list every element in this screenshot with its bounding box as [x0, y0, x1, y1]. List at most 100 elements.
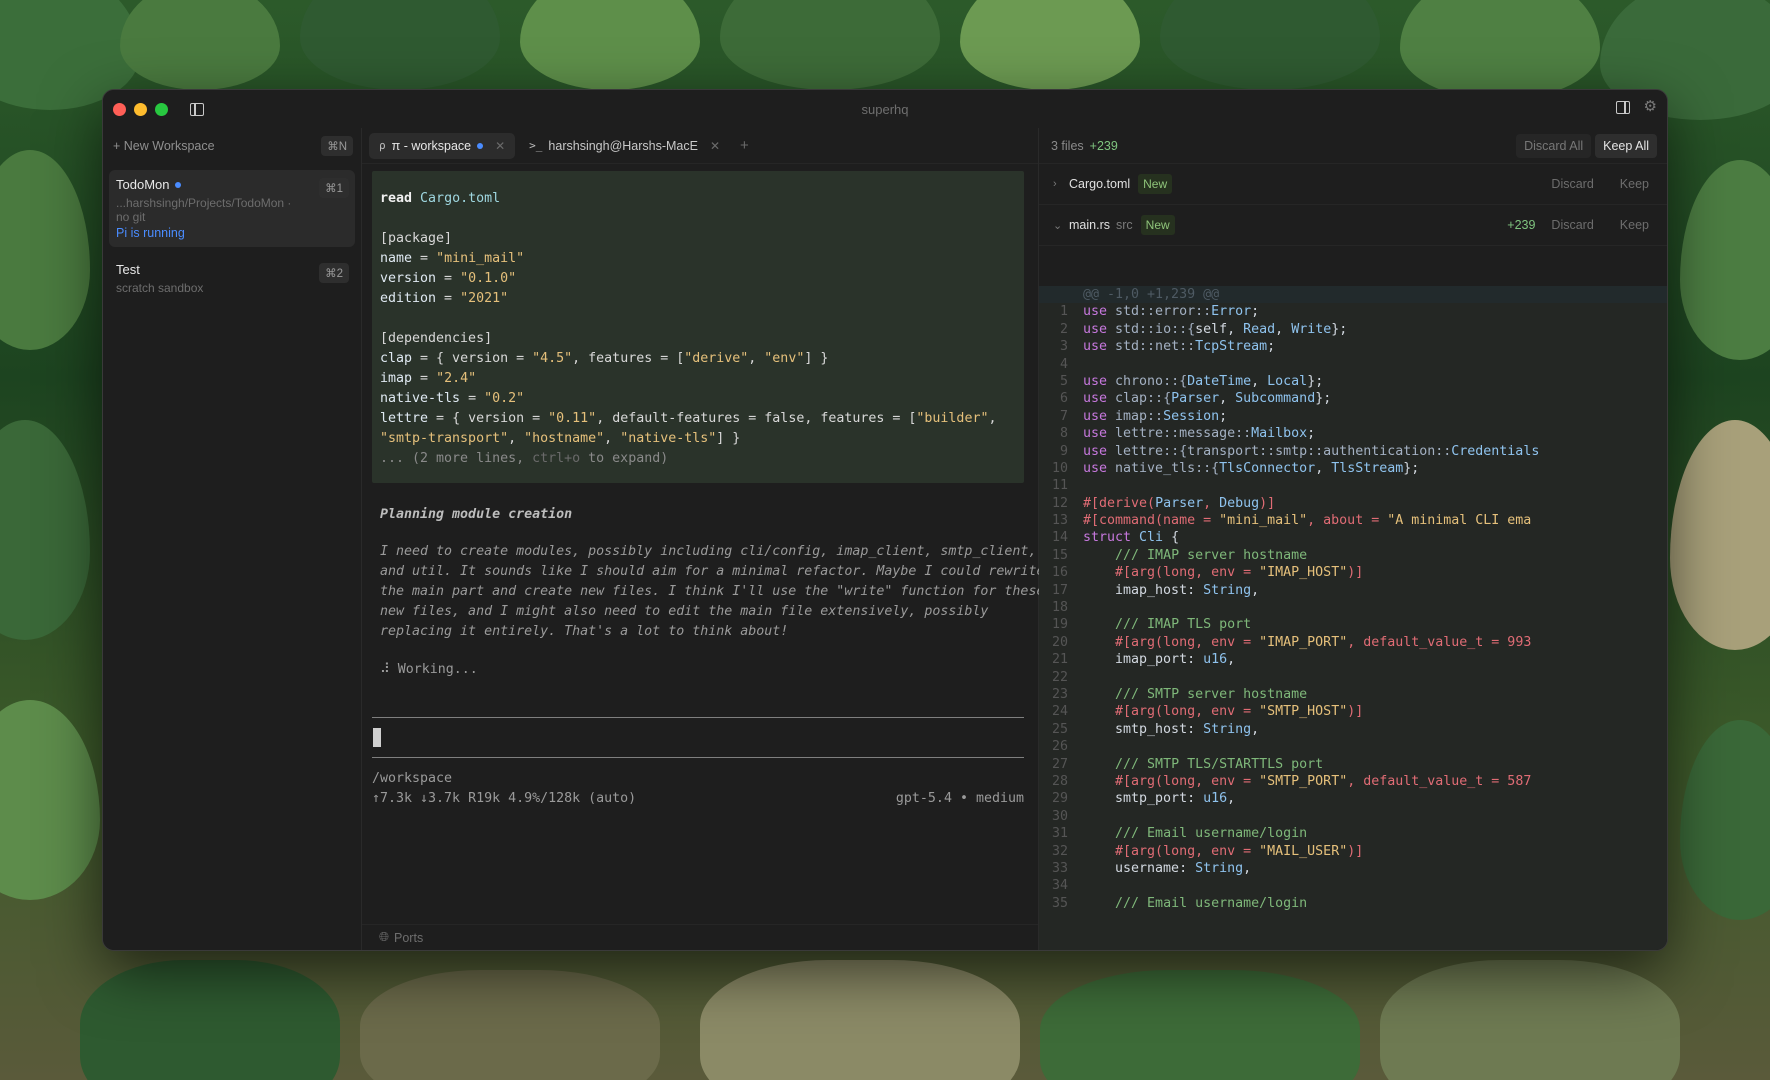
gear-icon[interactable]: ⚙ — [1644, 99, 1657, 114]
keep-file-button[interactable]: Keep — [1620, 218, 1649, 232]
discard-file-button[interactable]: Discard — [1551, 177, 1593, 191]
file-dir: src — [1115, 218, 1133, 232]
code-text: use std::error::Error; — [1083, 304, 1260, 320]
title-bar: superhq ⚙ — [103, 90, 1667, 128]
current-directory: /workspace — [372, 771, 453, 786]
line-number: 9 — [1059, 443, 1068, 459]
code-text: use lettre::{transport::smtp::authentica… — [1083, 443, 1540, 459]
ports-button[interactable]: 🌐︎ Ports — [362, 924, 1038, 950]
running-indicator-dot — [175, 181, 182, 188]
code-line: 9 use lettre::{transport::smtp::authentic… — [1039, 443, 1667, 460]
add-tab-button[interactable]: + — [740, 137, 749, 154]
minimize-window-button[interactable] — [134, 102, 147, 116]
terminal-output: read Cargo.toml [package] name = "mini_m… — [372, 171, 1044, 677]
keep-file-button[interactable]: Keep — [1620, 177, 1649, 191]
chevron-right-icon[interactable]: › — [1053, 178, 1069, 190]
code-text: #[arg(long, env = "SMTP_PORT", default_v… — [1115, 773, 1532, 789]
code-text: username: String, — [1083, 860, 1252, 876]
line-number: 32 — [1051, 843, 1068, 859]
diff-panel: 3 files +239 Discard All Keep All › Carg… — [1039, 128, 1667, 950]
line-number: 27 — [1051, 756, 1068, 772]
window-title: superhq — [861, 101, 909, 117]
code-line: 25 smtp_host: String, — [1039, 721, 1667, 738]
new-workspace-button[interactable]: + New Workspace ⌘N — [103, 130, 361, 162]
line-number: 22 — [1051, 669, 1068, 685]
code-text: use std::net::TcpStream; — [1083, 339, 1276, 355]
tab-pi-workspace[interactable]: ⍴ π - workspace ✕ — [369, 132, 516, 159]
code-line: 27 /// SMTP TLS/STARTTLS port — [1039, 756, 1667, 773]
close-tab-icon[interactable]: ✕ — [495, 139, 505, 153]
workspace-item-test[interactable]: Test scratch sandbox ⌘2 — [109, 255, 355, 302]
line-number: 30 — [1051, 808, 1068, 824]
files-count: 3 files — [1051, 138, 1084, 153]
code-line: 24 #[arg(long, env = "SMTP_HOST")] — [1039, 703, 1667, 720]
code-text: imap_port: u16, — [1083, 652, 1236, 668]
line-number: 35 — [1051, 895, 1068, 911]
code-line: 22 — [1039, 669, 1667, 686]
workspace-item-todomon[interactable]: TodoMon ...harshsingh/Projects/TodoMon ·… — [109, 170, 355, 247]
code-line: 19 /// IMAP TLS port — [1039, 616, 1667, 633]
workspace-name: TodoMon — [116, 177, 170, 192]
code-line: 21 imap_port: u16, — [1039, 651, 1667, 668]
line-number: 11 — [1051, 478, 1068, 494]
code-line: 18 — [1039, 599, 1667, 616]
chevron-down-icon[interactable]: ⌄ — [1053, 219, 1069, 232]
code-line: 17 imap_host: String, — [1039, 582, 1667, 599]
line-number: 6 — [1059, 391, 1068, 407]
code-line: 1 use std::error::Error; — [1039, 303, 1667, 320]
close-window-button[interactable] — [113, 102, 126, 116]
discard-all-button[interactable]: Discard All — [1516, 133, 1592, 158]
code-line: 34 — [1039, 877, 1667, 894]
code-text: #[arg(long, env = "MAIL_USER")] — [1115, 843, 1364, 859]
code-line: 16 #[arg(long, env = "IMAP_HOST")] — [1039, 564, 1667, 581]
code-text: use imap::Session; — [1083, 408, 1228, 424]
globe-icon: 🌐︎ — [379, 930, 390, 944]
tool-output-block: read Cargo.toml [package] name = "mini_m… — [372, 171, 1024, 483]
workspace-sidebar: + New Workspace ⌘N TodoMon ...harshsingh… — [103, 128, 362, 950]
workspace-path: ...harshsingh/Projects/TodoMon · no git — [116, 196, 292, 224]
sidebar-toggle-icon[interactable] — [190, 102, 204, 116]
tab-bar: ⍴ π - workspace ✕ >_ harshsingh@Harshs-M… — [362, 128, 1038, 164]
file-name: Cargo.toml — [1069, 177, 1131, 191]
diff-header: 3 files +239 Discard All Keep All — [1039, 128, 1667, 164]
code-line: 30 — [1039, 808, 1667, 825]
code-line: 35 /// Email username/login — [1039, 895, 1667, 912]
app-window: superhq ⚙ + New Workspace ⌘N TodoMon ...… — [102, 89, 1668, 951]
close-tab-icon[interactable]: ✕ — [710, 139, 720, 153]
workspace-status: Pi is running — [116, 226, 185, 240]
line-number: 28 — [1051, 773, 1068, 789]
ports-label: Ports — [394, 930, 424, 945]
line-number: 29 — [1051, 791, 1068, 807]
line-number: 7 — [1059, 408, 1068, 424]
line-number: 26 — [1051, 739, 1068, 755]
workspace-path: scratch sandbox — [116, 281, 204, 295]
terminal-pane: ⍴ π - workspace ✕ >_ harshsingh@Harshs-M… — [362, 128, 1044, 950]
file-name: main.rs — [1069, 218, 1110, 232]
code-text: smtp_port: u16, — [1083, 791, 1236, 807]
right-panel-toggle-icon[interactable] — [1615, 100, 1630, 114]
code-line: 8 use lettre::message::Mailbox; — [1039, 425, 1667, 442]
tab-shell[interactable]: >_ harshsingh@Harshs-MacE ✕ — [519, 133, 730, 159]
file-row-cargo-toml[interactable]: › Cargo.toml New Discard Keep — [1039, 164, 1667, 205]
discard-file-button[interactable]: Discard — [1551, 218, 1593, 232]
code-text: use clap::{Parser, Subcommand}; — [1083, 391, 1332, 407]
prompt-input[interactable] — [372, 717, 1024, 758]
line-number: 21 — [1051, 652, 1068, 668]
workspace-shortcut: ⌘1 — [319, 178, 349, 198]
file-row-main-rs[interactable]: ⌄ main.rs src New +239 Discard Keep — [1039, 205, 1667, 246]
line-number: 13 — [1051, 513, 1068, 529]
code-line: 6 use clap::{Parser, Subcommand}; — [1039, 390, 1667, 407]
keep-all-button[interactable]: Keep All — [1595, 133, 1657, 158]
line-number: 14 — [1051, 530, 1068, 546]
code-line: 3 use std::net::TcpStream; — [1039, 338, 1667, 355]
maximize-window-button[interactable] — [155, 102, 168, 116]
line-number: 18 — [1051, 600, 1068, 616]
line-number: 16 — [1051, 565, 1068, 581]
hunk-header: @@ -1,0 +1,239 @@ — [1039, 286, 1667, 304]
line-number: 15 — [1051, 547, 1068, 563]
code-text: smtp_host: String, — [1083, 721, 1260, 737]
code-line: 11 — [1039, 477, 1667, 494]
code-text: #[arg(long, env = "IMAP_HOST")] — [1115, 565, 1364, 581]
text-cursor — [373, 728, 381, 747]
line-number: 19 — [1051, 617, 1068, 633]
